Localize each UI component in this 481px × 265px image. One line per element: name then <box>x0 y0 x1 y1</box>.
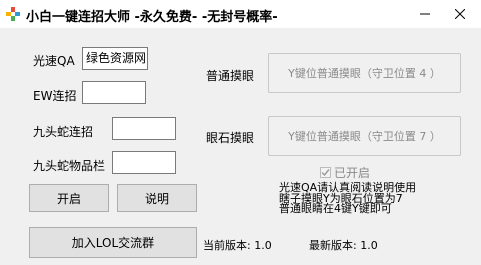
minimize-icon <box>420 13 430 15</box>
current-version: 当前版本: 1.0 <box>203 239 272 252</box>
close-button[interactable] <box>445 0 475 28</box>
minimize-button[interactable] <box>410 0 440 28</box>
usage-notes: 光速QA请认真阅读说明使用 瞎子摸眼Y为眼石位置为7 普通眼睛在4键Y键即可 <box>279 182 416 215</box>
normal-ward-field: Y键位普通摸眼（守卫位置 4 ） <box>268 53 461 93</box>
checkbox-box <box>320 167 331 178</box>
ew-combo-label: EW连招 <box>33 89 77 103</box>
guangsu-qa-input[interactable]: 绿色资源网 <box>82 47 148 70</box>
start-button[interactable]: 开启 <box>29 184 109 212</box>
close-icon <box>455 9 465 19</box>
enabled-label: 已开启 <box>334 166 371 180</box>
hydra-combo-label: 九头蛇连招 <box>33 125 94 139</box>
enabled-checkbox[interactable]: 已开启 <box>320 164 370 181</box>
normal-ward-label: 普通摸眼 <box>206 69 255 83</box>
checkmark-icon <box>321 169 330 177</box>
help-button[interactable]: 说明 <box>117 184 197 212</box>
app-logo-icon <box>6 7 20 21</box>
latest-version: 最新版本: 1.0 <box>309 239 378 252</box>
hydra-slot-input[interactable] <box>112 151 176 174</box>
note-line: 普通眼睛在4键Y键即可 <box>279 202 392 215</box>
stone-ward-label: 眼石摸眼 <box>206 131 255 145</box>
app-window: 小白一键连招大师 -永久免费- -无封号概率- 光速QA 绿色资源网 EW连招 … <box>0 0 481 265</box>
join-group-button[interactable]: 加入LOL交流群 <box>29 227 197 258</box>
hydra-slot-label: 九头蛇物品栏 <box>33 159 106 173</box>
ew-combo-input[interactable] <box>82 81 146 104</box>
title-bar: 小白一键连招大师 -永久免费- -无封号概率- <box>0 0 481 28</box>
stone-ward-field: Y键位普通摸眼（守卫位置 7 ） <box>268 116 461 156</box>
window-title: 小白一键连招大师 -永久免费- -无封号概率- <box>26 10 278 25</box>
hydra-combo-input[interactable] <box>112 117 176 140</box>
guangsu-qa-label: 光速QA <box>33 54 75 68</box>
